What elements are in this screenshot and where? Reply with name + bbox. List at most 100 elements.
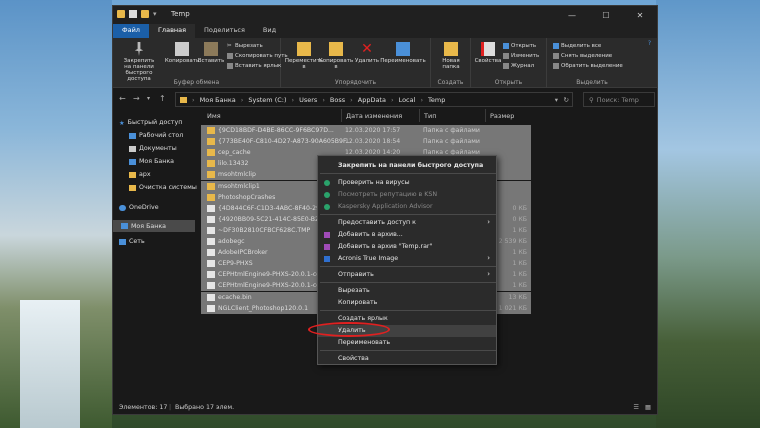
copy-to-button[interactable]: Копировать в — [319, 42, 353, 70]
breadcrumb-item[interactable]: Boss — [330, 96, 345, 104]
table-row[interactable]: {9CD18BDF-D4BE-86CC-9F6BC97D... 12.03.202… — [201, 125, 531, 137]
column-divider[interactable] — [341, 109, 342, 122]
address-dropdown-icon[interactable]: ▾ — [555, 96, 558, 104]
delete-button[interactable]: ✕ Удалить — [355, 42, 379, 64]
nav-network[interactable]: Сеть — [119, 238, 145, 245]
cut-button[interactable]: ✂ Вырезать — [227, 43, 263, 49]
pin-button[interactable]: Закрепить на панели быстрого доступа — [121, 42, 157, 82]
column-type[interactable]: Тип — [424, 112, 436, 120]
edit-button[interactable]: Изменить — [503, 53, 539, 59]
breadcrumb-item[interactable]: Users — [299, 96, 317, 104]
minimize-button[interactable]: — — [555, 6, 589, 24]
nav-apx[interactable]: apx — [129, 171, 151, 178]
file-name: PhotoshopCrashes — [218, 193, 276, 201]
column-headers: Имя Дата изменения Тип Размер — [201, 109, 651, 122]
breadcrumb-separator: › — [350, 95, 353, 104]
open-button[interactable]: Открыть — [503, 43, 536, 49]
maximize-button[interactable]: ☐ — [589, 6, 623, 24]
recent-dropdown-icon[interactable]: ▾ — [147, 95, 150, 102]
search-input[interactable]: ⚲ Поиск: Temp — [583, 92, 655, 107]
dropdown-icon[interactable]: ▾ — [153, 10, 157, 18]
forward-button[interactable]: → — [133, 94, 140, 103]
tab-file[interactable]: Файл — [113, 24, 149, 38]
paste-button[interactable]: Вставить — [198, 42, 224, 64]
selected-count: Выбрано 17 элем. — [175, 404, 235, 411]
menu-item-scan[interactable]: Проверить на вирусы — [318, 177, 496, 189]
address-bar[interactable]: › Моя Банка › System (C:) › Users › Boss › A… — [175, 92, 573, 107]
breadcrumb-item[interactable]: Моя Банка — [200, 96, 236, 104]
menu-item-properties[interactable]: Свойства — [318, 353, 496, 365]
details-view-icon[interactable]: ☰ — [633, 404, 639, 411]
menu-item-archive-rar[interactable]: Добавить в архив "Temp.rar" — [318, 241, 496, 253]
close-button[interactable]: ✕ — [623, 6, 657, 24]
menu-item-send[interactable]: Отправить › — [318, 269, 496, 281]
breadcrumb-separator: › — [322, 95, 325, 104]
menu-item-cut[interactable]: Вырезать — [318, 285, 496, 297]
nav-cleanup[interactable]: Очистка системы — [129, 184, 197, 191]
tiles-view-icon[interactable]: ▦ — [645, 404, 651, 411]
create-group-label: Создать — [437, 79, 464, 86]
menu-item-access[interactable]: Предоставить доступ к › — [318, 217, 496, 229]
nav-quick-access[interactable]: ★ Быстрый доступ — [119, 119, 182, 127]
menu-label: Переименовать — [338, 339, 391, 347]
menu-item-advisor[interactable]: Kaspersky Application Advisor — [318, 201, 496, 213]
nav-label: Моя Банка — [139, 158, 175, 165]
menu-item-rename[interactable]: Переименовать — [318, 337, 496, 349]
kaspersky-icon — [324, 192, 330, 198]
file-type: Папка с файлами — [423, 138, 480, 146]
group-open: Свойства Открыть Изменить Журнал Открыть — [471, 38, 547, 88]
status-bar: Элементов: 17 | Выбрано 17 элем. ☰ ▦ — [113, 401, 657, 414]
paste-icon — [204, 42, 218, 56]
file-name: adobegc — [218, 238, 245, 245]
copy-button[interactable]: Копировать — [165, 42, 199, 64]
nav-onedrive[interactable]: OneDrive — [119, 204, 159, 211]
select-all-button[interactable]: Выделить все — [553, 43, 601, 49]
table-row[interactable]: {773BE40F-C810-4D27-A873-90A605B9F... 12.… — [201, 136, 531, 148]
breadcrumb-item[interactable]: AppData — [358, 96, 386, 104]
menu-item-archive[interactable]: Добавить в архив... — [318, 229, 496, 241]
breadcrumb-separator: › — [240, 95, 244, 104]
menu-item-reputation[interactable]: Посмотреть репутацию в KSN — [318, 189, 496, 201]
column-divider[interactable] — [485, 109, 486, 122]
breadcrumb-item[interactable]: Local — [399, 96, 416, 104]
journal-button[interactable]: Журнал — [503, 63, 534, 69]
nav-desktop[interactable]: Рабочий стол — [129, 132, 183, 139]
folder-icon — [207, 149, 215, 157]
paste-shortcut-button[interactable]: Вставить ярлык — [227, 63, 281, 69]
column-date[interactable]: Дата изменения — [346, 112, 402, 120]
nav-mybank[interactable]: Моя Банка — [129, 158, 174, 165]
tab-home[interactable]: Главная — [148, 24, 196, 38]
tab-view[interactable]: Вид — [254, 24, 285, 38]
menu-item-acronis[interactable]: Acronis True Image › — [318, 253, 496, 265]
select-none-button[interactable]: Снять выделение — [553, 53, 612, 59]
file-icon — [207, 238, 215, 245]
group-organize: Переместить в Копировать в ✕ Удалить Пере… — [281, 38, 431, 88]
tab-share[interactable]: Поделиться — [195, 24, 254, 38]
back-button[interactable]: ← — [119, 94, 126, 103]
help-icon[interactable]: ? — [648, 40, 651, 47]
rename-button[interactable]: Переименовать — [380, 42, 426, 64]
properties-button[interactable]: Свойства — [475, 42, 501, 64]
refresh-icon[interactable]: ↻ — [564, 96, 569, 104]
history-icon — [503, 63, 509, 69]
copy-path-button[interactable]: Скопировать путь — [227, 53, 288, 59]
new-folder-icon[interactable] — [141, 10, 149, 18]
new-folder-button[interactable]: Новая папка — [437, 42, 465, 70]
folder-icon — [207, 127, 215, 134]
nav-documents[interactable]: Документы — [129, 145, 177, 152]
menu-separator — [320, 266, 496, 267]
up-button[interactable]: ↑ — [159, 94, 166, 103]
column-name[interactable]: Имя — [207, 112, 221, 120]
column-divider[interactable] — [419, 109, 420, 122]
invert-selection-button[interactable]: Обратить выделение — [553, 63, 623, 69]
move-to-button[interactable]: Переместить в — [285, 42, 323, 70]
menu-item-pin[interactable]: Закрепить на панели быстрого доступа — [318, 160, 496, 172]
column-size[interactable]: Размер — [490, 112, 514, 120]
breadcrumb-item[interactable]: System (C:) — [248, 96, 286, 104]
select-all-icon — [553, 43, 559, 49]
group-select: Выделить все Снять выделение Обратить вы… — [547, 38, 637, 88]
menu-item-copy[interactable]: Копировать — [318, 297, 496, 309]
properties-icon[interactable] — [129, 10, 137, 18]
nav-mybank-pc[interactable]: Моя Банка — [113, 220, 195, 232]
breadcrumb-item[interactable]: Temp — [428, 96, 445, 104]
